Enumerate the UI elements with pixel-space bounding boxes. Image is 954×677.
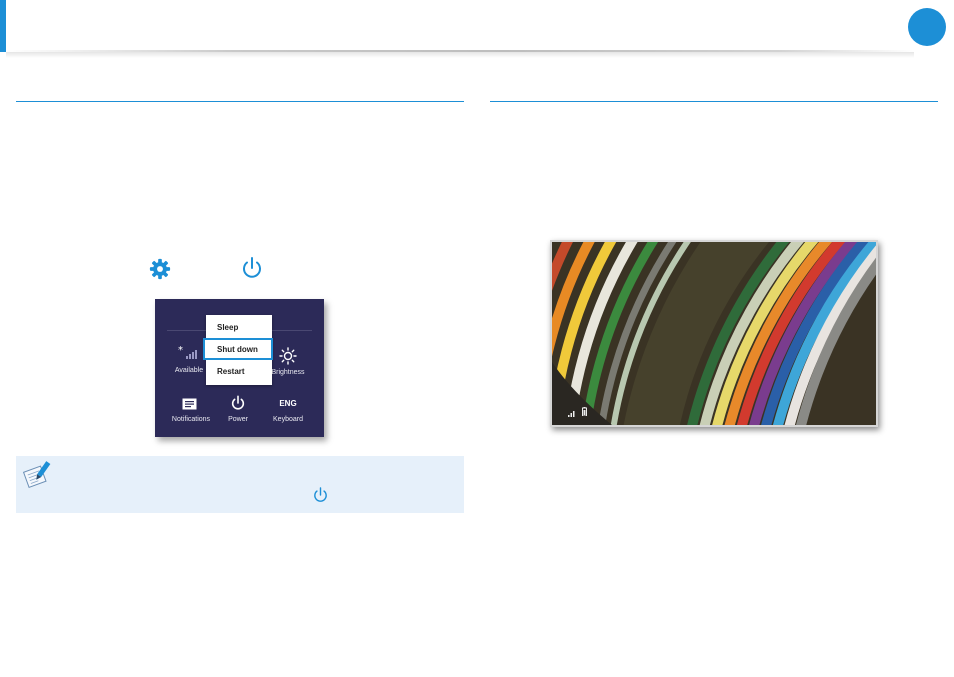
menu-item-sleep[interactable]: Sleep	[206, 317, 272, 339]
battery-icon	[582, 407, 587, 416]
note-box	[16, 456, 464, 513]
brightness-icon	[279, 347, 297, 365]
wifi-signal-icon: *	[178, 345, 197, 359]
power-icon	[314, 487, 327, 502]
header-rule-shadow	[6, 52, 914, 58]
lock-screen-image	[550, 240, 878, 427]
power-menu: Sleep Shut down Restart	[203, 315, 273, 385]
svg-text:*: *	[178, 345, 183, 356]
keyboard-tile-text: ENG	[279, 399, 297, 408]
power-icon	[231, 395, 245, 410]
network-tile-label: Available	[174, 367, 204, 374]
right-section-rule	[490, 101, 938, 102]
notifications-icon	[182, 398, 197, 410]
page-badge	[908, 8, 946, 46]
menu-item-restart[interactable]: Restart	[206, 361, 272, 383]
menu-item-shut-down[interactable]: Shut down	[203, 338, 273, 360]
brightness-tile-label: Brightness	[271, 369, 305, 376]
wifi-signal-icon	[568, 411, 575, 417]
left-section-rule	[16, 101, 464, 102]
lock-screen-artwork	[552, 242, 876, 425]
header-accent-bar	[0, 0, 6, 52]
notifications-tile-label: Notifications	[171, 416, 211, 423]
power-icon	[243, 257, 261, 278]
gear-icon	[149, 258, 171, 280]
note-pen-icon	[22, 461, 51, 488]
power-tile-label: Power	[228, 416, 248, 423]
keyboard-tile-label: Keyboard	[273, 416, 303, 423]
